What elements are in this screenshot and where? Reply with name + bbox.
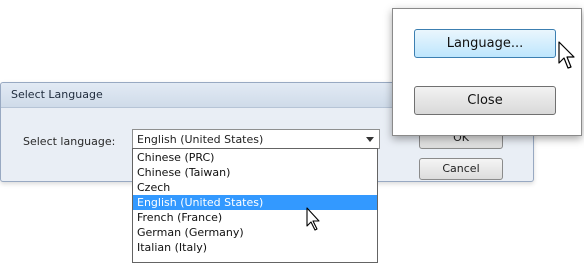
dropdown-option[interactable]: Czech bbox=[133, 180, 377, 195]
select-language-label: Select language: bbox=[23, 135, 116, 148]
language-dropdown-list[interactable]: Chinese (PRC) Chinese (Taiwan) Czech Eng… bbox=[132, 148, 378, 263]
dropdown-option[interactable]: Chinese (PRC) bbox=[133, 150, 377, 165]
dropdown-option-selected[interactable]: English (United States) bbox=[133, 195, 377, 210]
cancel-button[interactable]: Cancel bbox=[419, 158, 503, 180]
arrow-cursor-icon bbox=[558, 41, 575, 69]
language-select-value: English (United States) bbox=[137, 133, 264, 146]
dropdown-option[interactable]: German (Germany) bbox=[133, 225, 377, 240]
dropdown-option[interactable]: French (France) bbox=[133, 210, 377, 225]
dropdown-option[interactable]: Italian (Italy) bbox=[133, 240, 377, 255]
language-select[interactable]: English (United States) bbox=[132, 129, 380, 149]
dialog-title: Select Language bbox=[11, 88, 103, 101]
chevron-down-icon[interactable] bbox=[366, 137, 374, 142]
options-panel: Language... Close bbox=[392, 8, 582, 136]
close-button[interactable]: Close bbox=[414, 86, 556, 115]
language-button[interactable]: Language... bbox=[414, 29, 556, 58]
arrow-cursor-icon bbox=[306, 207, 320, 231]
dropdown-option[interactable]: Chinese (Taiwan) bbox=[133, 165, 377, 180]
